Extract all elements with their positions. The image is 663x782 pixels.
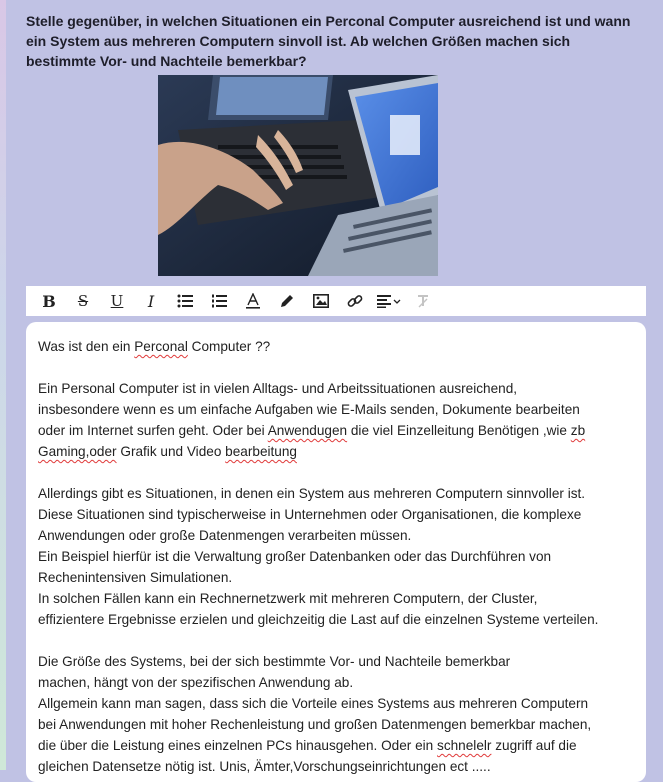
numbered-list-icon[interactable]	[202, 286, 236, 316]
editor-line: Anwendungen oder große Datenmengen verar…	[38, 528, 412, 543]
image-icon[interactable]	[304, 286, 338, 316]
editor-line: Was ist den ein Perconal Computer ??	[38, 339, 271, 354]
bullet-list-icon[interactable]	[168, 286, 202, 316]
left-edge-strip	[0, 0, 6, 770]
misspelled-word: zb	[570, 423, 586, 438]
misspelled-word: schnelelr	[437, 738, 492, 753]
editor-line: gleichen Datensetze nötig ist. Unis, Ämt…	[38, 759, 491, 774]
editor-line: oder im Internet surfen geht. Oder bei A…	[38, 423, 586, 438]
clear-format-icon[interactable]	[406, 286, 440, 316]
editor-line: Gaming,oder Grafik und Video bearbeitung	[38, 444, 297, 459]
bold-icon[interactable]: B	[32, 286, 66, 316]
editor-line: Allerdings gibt es Situationen, in denen…	[38, 486, 586, 501]
text-color-icon[interactable]	[236, 286, 270, 316]
misspelled-word: Gaming,oder	[38, 444, 117, 459]
italic-icon[interactable]: I	[134, 286, 168, 316]
editor-line: In solchen Fällen kann ein Rechnernetzwe…	[38, 591, 538, 606]
strikethrough-icon[interactable]: S	[66, 286, 100, 316]
editor-line: Ein Personal Computer ist in vielen Allt…	[38, 381, 518, 396]
editor-line: Allgemein kann man sagen, dass sich die …	[38, 696, 589, 711]
editor-line: effizientere Ergebnisse erzielen und gle…	[38, 612, 599, 627]
link-icon[interactable]	[338, 286, 372, 316]
answer-editor[interactable]: Was ist den ein Perconal Computer ?? Ein…	[26, 322, 646, 782]
highlight-pen-icon[interactable]	[270, 286, 304, 316]
laptop-photo	[158, 75, 438, 276]
editor-line: die über die Leistung eines einzelnen PC…	[38, 738, 577, 753]
editor-line: machen, hängt von der spezifischen Anwen…	[38, 675, 354, 690]
misspelled-word: Anwendugen	[267, 423, 348, 438]
editor-line: Diese Situationen sind typischerweise in…	[38, 507, 582, 522]
align-left-icon[interactable]	[372, 286, 406, 316]
misspelled-word: Perconal	[134, 339, 188, 354]
editor-toolbar: B S U I	[26, 286, 646, 316]
editor-line: insbesondere wenn es um einfache Aufgabe…	[38, 402, 580, 417]
editor-line: Ein Beispiel hierfür ist die Verwaltung …	[38, 549, 552, 564]
underline-icon[interactable]: U	[100, 286, 134, 316]
misspelled-word: bearbeitung	[225, 444, 297, 459]
editor-line: Die Größe des Systems, bei der sich best…	[38, 654, 511, 669]
question-text: Stelle gegenüber, in welchen Situationen…	[26, 13, 631, 69]
editor-line: Rechenintensiven Simulationen.	[38, 570, 233, 585]
editor-line: bei Anwendungen mit hoher Rechenleistung…	[38, 717, 592, 732]
